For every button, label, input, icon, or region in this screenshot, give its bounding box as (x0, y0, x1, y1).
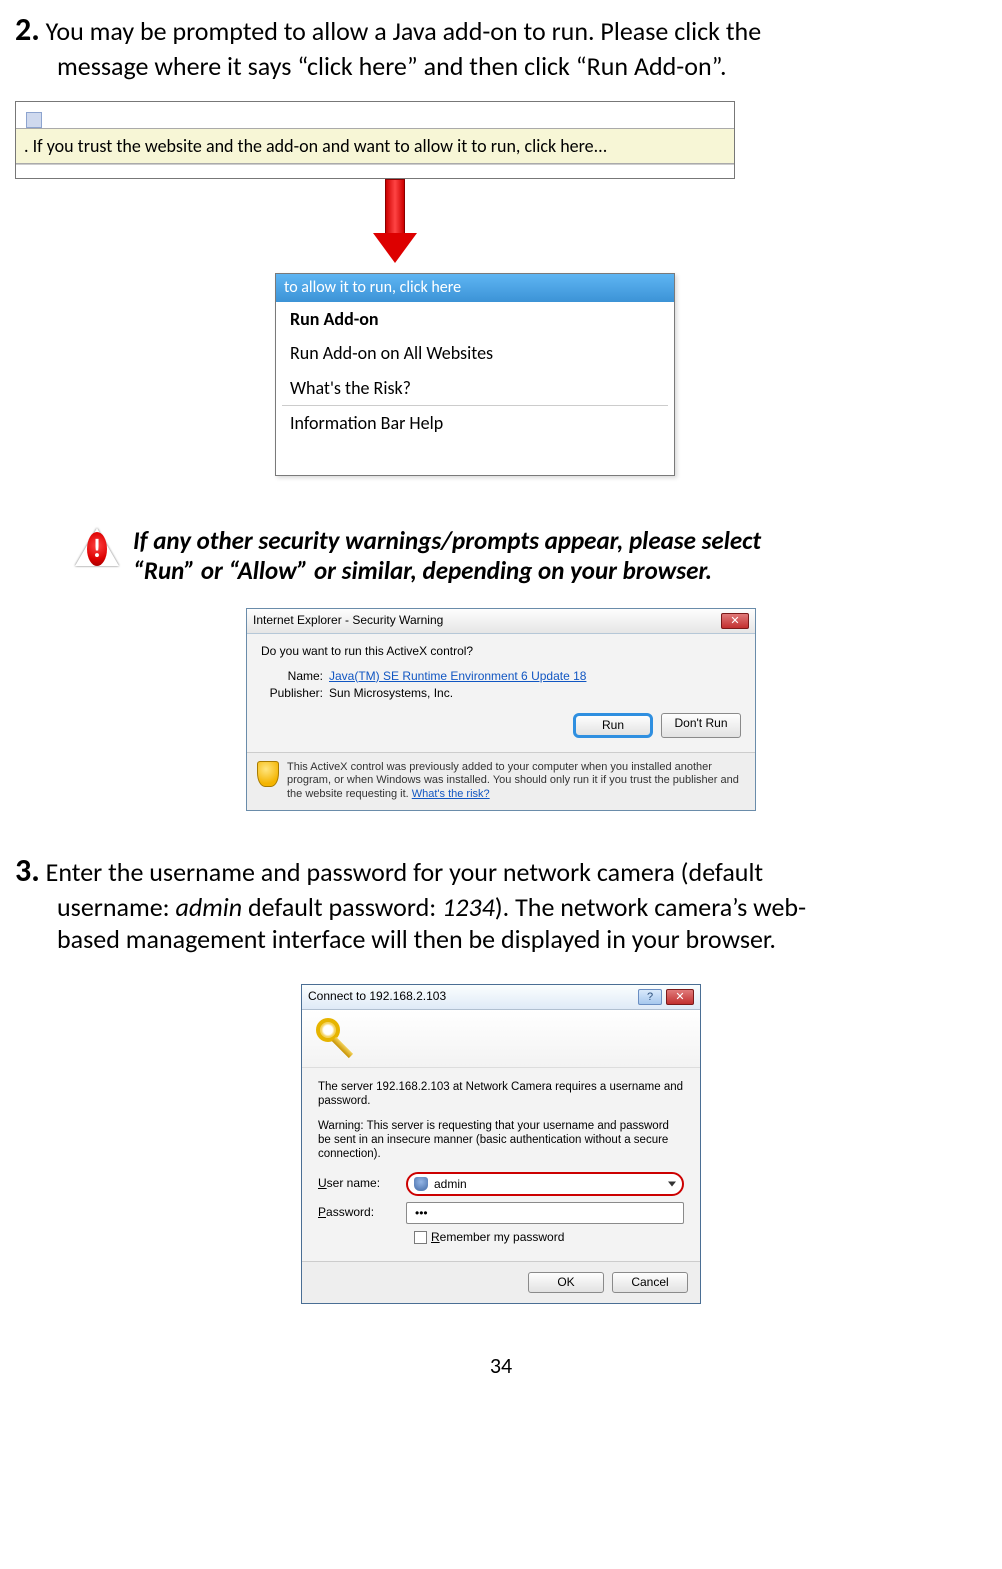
dont-run-button[interactable]: Don't Run (661, 713, 741, 738)
shield-icon (257, 761, 279, 787)
step-3-b3: default password: (242, 891, 442, 923)
browser-info-bar-window: . If you trust the website and the add-o… (15, 101, 735, 180)
step-3-b4: 1234 (442, 891, 495, 923)
login-msg-2: Warning: This server is requesting that … (318, 1119, 684, 1162)
login-msg-1: The server 192.168.2.103 at Network Came… (318, 1080, 684, 1109)
browser-toolbar-fragment (16, 102, 734, 128)
cancel-button[interactable]: Cancel (612, 1272, 688, 1293)
step-2: 2. You may be prompted to allow a Java a… (15, 10, 987, 83)
step-3-b1: username: (57, 891, 176, 923)
security-warning-text: If any other security warnings/prompts a… (133, 526, 761, 586)
menu-item-run-addon-all[interactable]: Run Add-on on All Websites (276, 336, 674, 371)
secwarn-pub-label: Publisher: (261, 686, 329, 701)
secwarn-footer: This ActiveX control was previously adde… (247, 752, 755, 810)
ok-button[interactable]: OK (528, 1272, 604, 1293)
secwarn-body: Do you want to run this ActiveX control?… (247, 634, 755, 752)
menu-item-info-bar-help[interactable]: Information Bar Help (276, 406, 674, 441)
ie-security-warning-dialog: Internet Explorer - Security Warning ✕ D… (246, 608, 756, 811)
step-3-b2: admin (176, 891, 243, 923)
secwarn-buttons: Run Don't Run (261, 703, 741, 746)
red-arrow-wrapper (115, 179, 675, 273)
menu-padding (276, 441, 674, 475)
menu-item-whats-the-risk[interactable]: What's the Risk? (276, 371, 674, 406)
username-input-wrap (406, 1172, 684, 1196)
warning-icon: ! (75, 526, 119, 570)
username-label: User name: (318, 1176, 396, 1191)
password-input-wrap (406, 1202, 684, 1224)
secwarn-footer-link[interactable]: What's the risk? (412, 788, 490, 800)
toolbar-icon (26, 112, 42, 128)
password-input[interactable] (406, 1202, 684, 1224)
context-menu: to allow it to run, click here Run Add-o… (275, 273, 675, 476)
warn-line-1: If any other security warnings/prompts a… (133, 525, 761, 556)
chevron-down-icon[interactable] (668, 1181, 676, 1186)
step-3-line-3: based management interface will then be … (15, 923, 987, 956)
secwarn-title-text: Internet Explorer - Security Warning (253, 613, 443, 628)
step-2-text-a: You may be prompted to allow a Java add-… (46, 15, 761, 47)
secwarn-publisher-row: Publisher: Sun Microsystems, Inc. (261, 686, 741, 701)
page-number: 34 (15, 1352, 987, 1380)
secwarn-name-row: Name: Java(TM) SE Runtime Environment 6 … (261, 669, 741, 684)
username-input[interactable] (406, 1172, 684, 1196)
secwarn-pub-value: Sun Microsystems, Inc. (329, 686, 453, 701)
info-bar-spacer (16, 164, 734, 178)
step-3-b5: ). The network camera’s web- (495, 891, 806, 923)
security-warning-note: ! If any other security warnings/prompts… (75, 526, 987, 586)
login-dialog: Connect to 192.168.2.103 ? ✕ The server … (301, 984, 701, 1304)
screenshot-info-bar: . If you trust the website and the add-o… (15, 101, 735, 180)
context-menu-titlebar: to allow it to run, click here (276, 274, 674, 302)
secwarn-footer-text: This ActiveX control was previously adde… (287, 761, 739, 801)
login-body: The server 192.168.2.103 at Network Came… (302, 1068, 700, 1261)
info-bar-message[interactable]: . If you trust the website and the add-o… (16, 128, 734, 165)
key-icon (316, 1018, 360, 1062)
help-icon[interactable]: ? (638, 989, 662, 1005)
username-row: User name: (318, 1172, 684, 1196)
secwarn-question: Do you want to run this ActiveX control? (261, 644, 741, 659)
step-3-number: 3. (15, 851, 40, 890)
menu-item-run-addon[interactable]: Run Add-on (276, 302, 674, 337)
password-label: Password: (318, 1205, 396, 1220)
remember-row: Remember my password (414, 1230, 684, 1245)
run-button[interactable]: Run (573, 713, 653, 738)
close-icon[interactable]: ✕ (666, 989, 694, 1005)
remember-label: Remember my password (431, 1230, 564, 1245)
step-3-line-2: username: admin default password: 1234).… (15, 891, 987, 924)
arrow-down-icon (375, 179, 415, 265)
login-footer: OK Cancel (302, 1261, 700, 1303)
warn-line-2: “Run” or “Allow” or similar, depending o… (133, 555, 712, 586)
step-3-text-a: Enter the username and password for your… (46, 856, 764, 888)
close-icon[interactable]: ✕ (721, 613, 749, 629)
secwarn-footer-text-wrap: This ActiveX control was previously adde… (287, 761, 745, 802)
secwarn-name-label: Name: (261, 669, 329, 684)
remember-checkbox[interactable] (414, 1231, 427, 1244)
login-title-text: Connect to 192.168.2.103 (308, 989, 446, 1004)
login-titlebar: Connect to 192.168.2.103 ? ✕ (302, 985, 700, 1010)
user-icon (414, 1177, 428, 1191)
step-2-number: 2. (15, 10, 40, 49)
password-row: Password: (318, 1202, 684, 1224)
step-3: 3. Enter the username and password for y… (15, 851, 987, 956)
login-art (302, 1010, 700, 1068)
step-2-text-b: message where it says “click here” and t… (15, 50, 987, 83)
secwarn-name-value[interactable]: Java(TM) SE Runtime Environment 6 Update… (329, 669, 586, 684)
secwarn-titlebar: Internet Explorer - Security Warning ✕ (247, 609, 755, 634)
